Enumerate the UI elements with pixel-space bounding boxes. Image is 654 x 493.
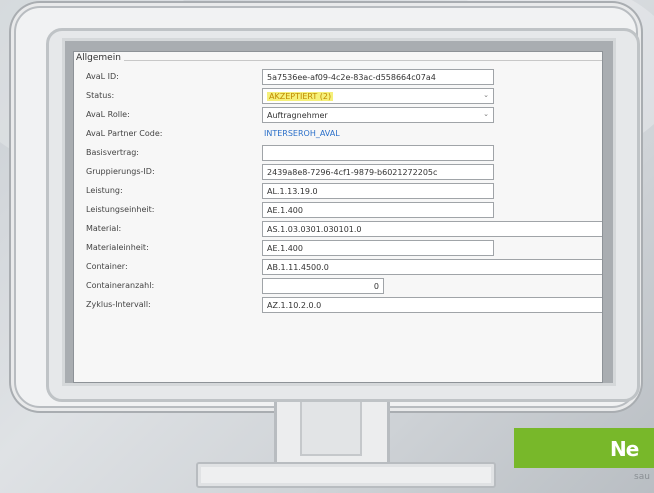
form-row-leistung: Leistung: AL.1.13.19.0 bbox=[74, 182, 602, 201]
form-row-basisvertrag: Basisvertrag: bbox=[74, 144, 602, 163]
field-label: AvaL Partner Code: bbox=[86, 129, 163, 138]
form-row-containeranzahl: Containeranzahl: 0 bbox=[74, 277, 602, 296]
form-row-material: Material: AS.1.03.0301.030101.0 bbox=[74, 220, 602, 239]
form-row-container: Container: AB.1.11.4500.0 bbox=[74, 258, 602, 277]
form-row-gruppierungs-id: Gruppierungs-ID: 2439a8e8-7296-4cf1-9879… bbox=[74, 163, 602, 182]
form-row-leistungseinheit: Leistungseinheit: AE.1.400 bbox=[74, 201, 602, 220]
panel-title: Allgemein bbox=[74, 52, 124, 64]
form-row-partner-code: AvaL Partner Code: INTERSEROH_AVAL bbox=[74, 125, 602, 144]
form-row-zyklus-intervall: Zyklus-Intervall: AZ.1.10.2.0.0 bbox=[74, 296, 602, 315]
form-row-aval-id: AvaL ID: 5a7536ee-af09-4c2e-83ac-d558664… bbox=[74, 68, 602, 87]
basisvertrag-field[interactable] bbox=[262, 145, 494, 161]
field-label: Containeranzahl: bbox=[86, 281, 155, 290]
zyklus-intervall-field[interactable]: AZ.1.10.2.0.0 bbox=[262, 297, 602, 313]
field-label: Leistungseinheit: bbox=[86, 205, 155, 214]
chevron-down-icon: ⌄ bbox=[483, 91, 489, 99]
aval-rolle-select[interactable]: Auftragnehmer ⌄ bbox=[262, 107, 494, 123]
brand-logo: Ne bbox=[610, 437, 639, 461]
field-label: Container: bbox=[86, 262, 128, 271]
chevron-down-icon: ⌄ bbox=[483, 110, 489, 118]
monitor-neck-inner bbox=[300, 402, 362, 456]
monitor-screen: Allgemein AvaL ID: 5a7536ee-af09-4c2e-83… bbox=[62, 38, 616, 386]
field-label: AvaL Rolle: bbox=[86, 110, 130, 119]
partner-code-value: INTERSEROH_AVAL bbox=[264, 129, 340, 138]
form-row-status: Status: AKZEPTIERT (2) ⌄ bbox=[74, 87, 602, 106]
general-panel: Allgemein AvaL ID: 5a7536ee-af09-4c2e-83… bbox=[73, 51, 603, 383]
field-label: Leistung: bbox=[86, 186, 123, 195]
gruppierungs-id-field[interactable]: 2439a8e8-7296-4cf1-9879-b6021272205c bbox=[262, 164, 494, 180]
field-label: Materialeinheit: bbox=[86, 243, 149, 252]
aval-rolle-value: Auftragnehmer bbox=[267, 111, 328, 120]
materialeinheit-field[interactable]: AE.1.400 bbox=[262, 240, 494, 256]
field-label: AvaL ID: bbox=[86, 72, 119, 81]
material-field[interactable]: AS.1.03.0301.030101.0 bbox=[262, 221, 602, 237]
form-row-aval-rolle: AvaL Rolle: Auftragnehmer ⌄ bbox=[74, 106, 602, 125]
monitor-base bbox=[196, 462, 496, 488]
brand-banner: Ne bbox=[514, 428, 654, 468]
aval-id-field[interactable]: 5a7536ee-af09-4c2e-83ac-d558664c07a4 bbox=[262, 69, 494, 85]
field-label: Material: bbox=[86, 224, 122, 233]
status-select[interactable]: AKZEPTIERT (2) ⌄ bbox=[262, 88, 494, 104]
field-label: Status: bbox=[86, 91, 115, 100]
brand-subtext: sau bbox=[634, 472, 650, 482]
field-label: Gruppierungs-ID: bbox=[86, 167, 155, 176]
containeranzahl-field[interactable]: 0 bbox=[262, 278, 384, 294]
form-row-materialeinheit: Materialeinheit: AE.1.400 bbox=[74, 239, 602, 258]
leistung-field[interactable]: AL.1.13.19.0 bbox=[262, 183, 494, 199]
status-value: AKZEPTIERT (2) bbox=[267, 92, 334, 101]
field-label: Zyklus-Intervall: bbox=[86, 300, 151, 309]
field-label: Basisvertrag: bbox=[86, 148, 139, 157]
leistungseinheit-field[interactable]: AE.1.400 bbox=[262, 202, 494, 218]
container-field[interactable]: AB.1.11.4500.0 bbox=[262, 259, 602, 275]
